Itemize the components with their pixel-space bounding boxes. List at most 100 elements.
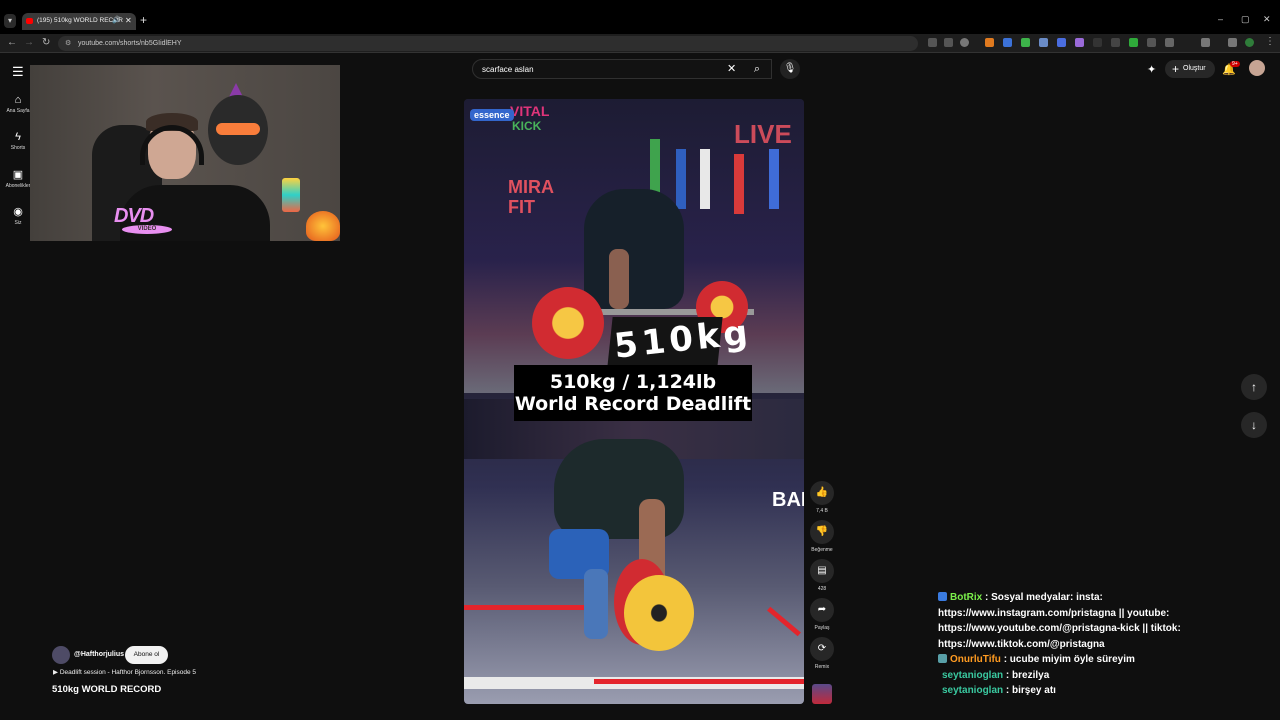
profile-icon[interactable]: [1245, 38, 1254, 47]
thumbs-up-icon[interactable]: 👍: [810, 481, 834, 505]
dislike-label: Beğenme: [811, 547, 833, 553]
shorts-video-player[interactable]: VITAL KICK essence LIVE MIRA FIT 510kg B…: [464, 99, 804, 704]
platform-line: [594, 679, 804, 684]
chat-text: : birşey atı: [1005, 685, 1056, 696]
clear-search-icon[interactable]: ✕: [727, 62, 736, 75]
back-icon[interactable]: ←: [7, 37, 17, 48]
channel-avatar[interactable]: [52, 646, 70, 664]
downloads-icon[interactable]: [1228, 38, 1237, 47]
bot-badge-icon: [938, 592, 947, 601]
plate-near-front: [624, 575, 694, 651]
sidebar-item-home[interactable]: ⌂ Ana Sayfa: [4, 94, 32, 114]
sidebar-item-label: Ana Sayfa: [6, 108, 30, 114]
browser-tab-active[interactable]: (195) 510kg WORLD RECOR 🔊 ✕: [22, 13, 136, 30]
chat-message: seytanioglan : brezilya: [938, 668, 1238, 684]
chat-message: BotRix : Sosyal medyalar: insta: https:/…: [938, 590, 1238, 652]
sidebar-item-label: Siz: [14, 220, 22, 226]
mic-icon: 🎙: [783, 63, 797, 74]
caption-line-2: World Record Deadlift: [514, 393, 752, 415]
chat-username: BotRix: [950, 592, 983, 603]
account-avatar[interactable]: [1249, 60, 1265, 76]
hamburger-menu-icon[interactable]: ☰: [12, 64, 24, 80]
comment-icon[interactable]: ▤: [810, 559, 834, 583]
remix-icon[interactable]: ⟳: [810, 637, 834, 661]
dvd-logo-sub: VIDEO: [122, 225, 172, 234]
extension-icon[interactable]: [1129, 38, 1138, 47]
create-button[interactable]: + Oluştur: [1165, 60, 1215, 78]
remix-action[interactable]: ⟳ Remix: [810, 637, 834, 670]
chat-text: : brezilya: [1005, 669, 1050, 681]
flag: [769, 149, 779, 209]
extension-icon[interactable]: [1057, 38, 1066, 47]
floor-line: [464, 605, 584, 610]
address-bar-row: ← → ↻ ⚙ youtube.com/shorts/nb5GIidlEHY ⋮: [0, 34, 1280, 53]
share-icon[interactable]: ➦: [810, 598, 834, 622]
sidebar-item-subscriptions[interactable]: ▣ Abonelikler: [4, 168, 32, 189]
chat-username: OnurluTifu: [950, 654, 1001, 665]
channel-handle[interactable]: @Hafthorjulius: [74, 651, 124, 658]
dislike-action[interactable]: 👎 Beğenme: [810, 520, 834, 553]
extension-icon[interactable]: [1021, 38, 1030, 47]
minimize-button[interactable]: –: [1218, 14, 1223, 24]
video-title: 510kg WORLD RECORD: [52, 684, 162, 695]
extension-icon[interactable]: [1003, 38, 1012, 47]
fire-emblem-icon: [306, 211, 340, 241]
arrow-down-icon: ↓: [1251, 418, 1257, 432]
tab-search-dropdown[interactable]: ▾: [4, 14, 16, 28]
flag: [676, 149, 686, 209]
tab-close-icon[interactable]: ✕: [125, 16, 132, 25]
playlist-link[interactable]: ▶ Deadlift session - Hafthor Bjornsson. …: [53, 668, 196, 676]
extension-icon[interactable]: [1093, 38, 1102, 47]
chat-username: seytanioglan: [942, 669, 1004, 681]
forward-icon[interactable]: →: [24, 37, 34, 48]
extension-icon[interactable]: [1147, 38, 1156, 47]
shorts-icon: ϟ: [15, 131, 21, 143]
extension-icon[interactable]: [985, 38, 994, 47]
search-button[interactable]: ⌕: [744, 59, 770, 79]
streamer-webcam: DVD VIDEO: [30, 65, 340, 241]
thumbs-down-icon[interactable]: 👎: [810, 520, 834, 544]
user-circle-icon: ◉: [13, 206, 23, 218]
search-query: scarface aslan: [482, 65, 534, 74]
sidebar-item-shorts[interactable]: ϟ Shorts: [4, 131, 32, 151]
play-icon: ▶: [53, 669, 58, 676]
create-label: Oluştur: [1183, 65, 1206, 72]
plate-left: [532, 287, 604, 359]
maximize-button[interactable]: ▢: [1241, 14, 1250, 25]
extension-icon[interactable]: [1039, 38, 1048, 47]
site-info-icon[interactable]: ⚙: [65, 39, 71, 47]
reload-icon[interactable]: ↻: [42, 37, 50, 48]
browser-menu-icon[interactable]: ⋮: [1265, 36, 1275, 47]
stream-chat-overlay: BotRix : Sosyal medyalar: insta: https:/…: [938, 590, 1238, 699]
subscribe-button[interactable]: Abone ol: [125, 646, 168, 664]
browser-tab-bar: ▾ (195) 510kg WORLD RECOR 🔊 ✕ + – ▢ ✕: [0, 0, 1280, 34]
sound-thumbnail[interactable]: [812, 684, 832, 704]
previous-short-button[interactable]: ↑: [1241, 374, 1267, 400]
banner-live: LIVE: [734, 119, 792, 149]
cast-icon[interactable]: [928, 38, 937, 47]
next-short-button[interactable]: ↓: [1241, 412, 1267, 438]
speaker-icon[interactable]: 🔊: [112, 16, 121, 24]
banner-essence: essence: [470, 109, 514, 121]
banner-vital: VITAL: [510, 103, 550, 119]
extensions-puzzle-icon[interactable]: [1201, 38, 1210, 47]
share-action[interactable]: ➦ Paylaş: [810, 598, 834, 631]
user-badge-icon: [938, 654, 947, 663]
like-action[interactable]: 👍 7,4 B: [810, 481, 834, 514]
new-tab-button[interactable]: +: [140, 13, 147, 27]
mascot-goggles: [216, 123, 260, 135]
banner-bai: BAI: [772, 489, 804, 511]
sidebar-item-you[interactable]: ◉ Siz: [4, 205, 32, 226]
extension-icon[interactable]: [1165, 38, 1174, 47]
close-window-button[interactable]: ✕: [1263, 14, 1271, 25]
flag: [700, 149, 710, 209]
bookmark-star-icon[interactable]: [960, 38, 969, 47]
comments-action[interactable]: ▤ 428: [810, 559, 834, 592]
eye-off-icon[interactable]: [944, 38, 953, 47]
banner-fit: FIT: [508, 197, 535, 217]
extension-icon[interactable]: [1075, 38, 1084, 47]
extension-icon[interactable]: [1111, 38, 1120, 47]
url-field[interactable]: ⚙ youtube.com/shorts/nb5GIidlEHY: [58, 36, 918, 51]
premium-icon[interactable]: ✦: [1147, 63, 1156, 76]
voice-search-button[interactable]: 🎙: [780, 59, 800, 79]
